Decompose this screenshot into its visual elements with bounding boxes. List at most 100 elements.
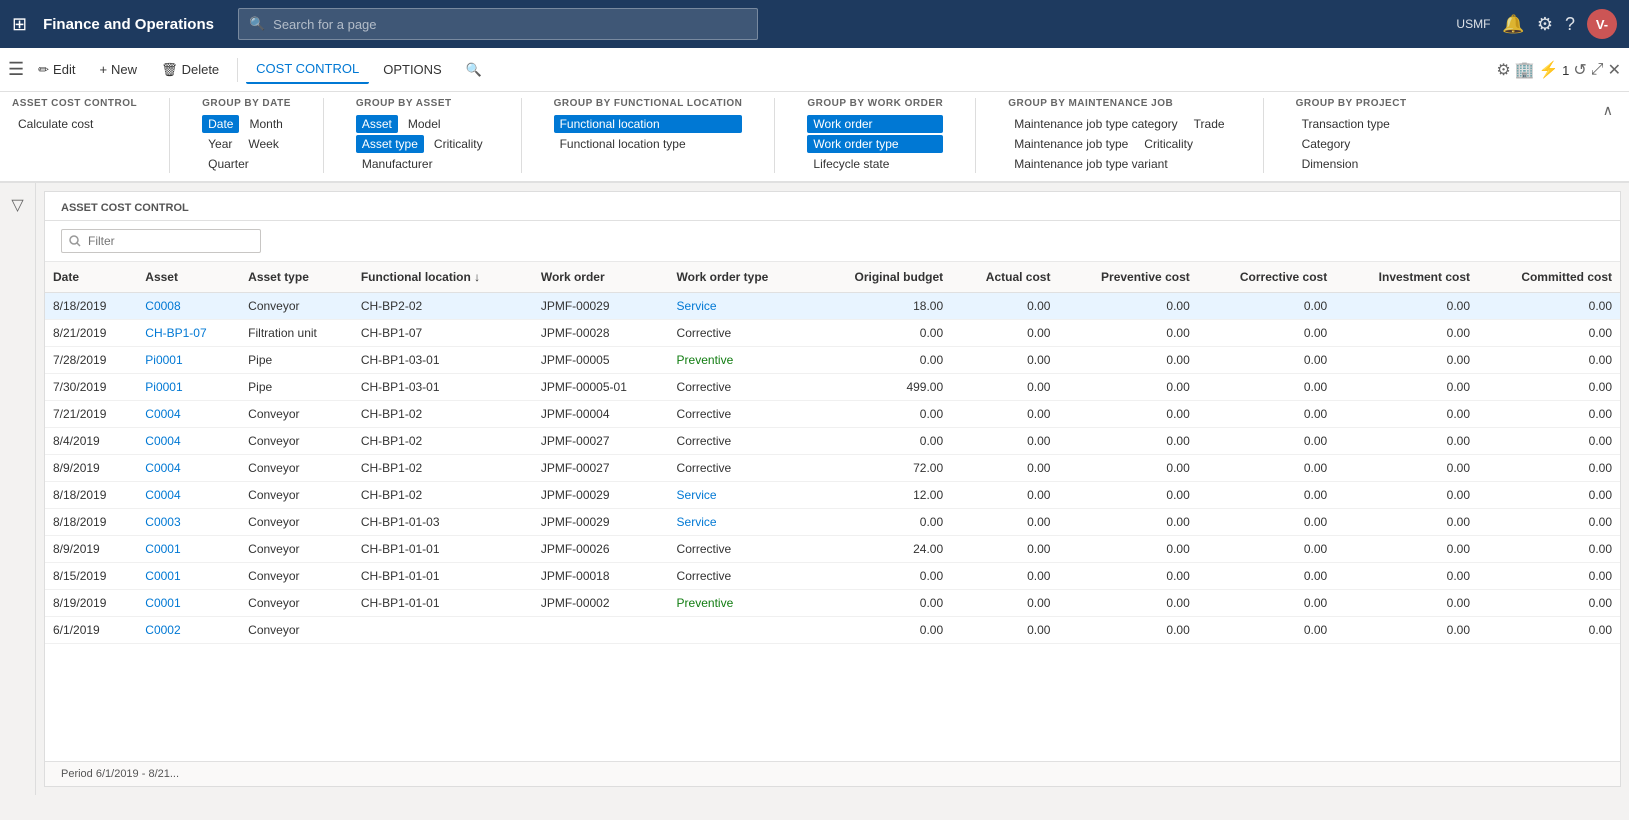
manufacturer-item[interactable]: Manufacturer [356,155,489,173]
ribbon-collapse-button[interactable]: ∧ [1599,98,1617,123]
model-item[interactable]: Model [402,115,447,133]
settings2-icon[interactable]: ⚙ [1496,60,1510,80]
functional-location-item[interactable]: Functional location [554,115,743,133]
month-item[interactable]: Month [243,115,288,133]
cell-functional-location: CH-BP1-02 [353,428,533,455]
cell-asset-type: Conveyor [240,482,353,509]
search-bar[interactable]: 🔍 [238,8,758,40]
mj-category-item[interactable]: Maintenance job type category [1008,115,1183,133]
table-row[interactable]: 8/4/2019 C0004 Conveyor CH-BP1-02 JPMF-0… [45,428,1620,455]
quarter-item[interactable]: Quarter [202,155,291,173]
cell-corrective-cost: 0.00 [1198,347,1335,374]
cell-preventive-cost: 0.00 [1058,374,1197,401]
delete-button[interactable]: 🗑 Delete [151,56,229,84]
cell-investment-cost: 0.00 [1335,590,1478,617]
search-ribbon-button[interactable]: 🔍 [456,56,492,84]
cell-corrective-cost: 0.00 [1198,401,1335,428]
lightning-icon[interactable]: ⚡ [1539,62,1559,79]
col-asset[interactable]: Asset [137,262,240,293]
mj-criticality-item[interactable]: Criticality [1138,135,1199,153]
table-row[interactable]: 8/9/2019 C0001 Conveyor CH-BP1-01-01 JPM… [45,536,1620,563]
col-corrective-cost[interactable]: Corrective cost [1198,262,1335,293]
col-work-order-type[interactable]: Work order type [669,262,812,293]
maximize-icon[interactable]: ⤢ [1591,61,1604,79]
year-item[interactable]: Year [202,135,238,153]
top-nav-right: USMF 🔔 ⚙ ? V- [1456,9,1617,39]
table-row[interactable]: 7/28/2019 Pi0001 Pipe CH-BP1-03-01 JPMF-… [45,347,1620,374]
filter-sidebar-icon[interactable]: ▽ [11,195,23,215]
cell-original-budget: 0.00 [812,401,951,428]
close-icon[interactable]: ✕ [1608,60,1621,80]
table-row[interactable]: 7/30/2019 Pi0001 Pipe CH-BP1-03-01 JPMF-… [45,374,1620,401]
cell-preventive-cost: 0.00 [1058,320,1197,347]
cell-functional-location: CH-BP1-01-01 [353,590,533,617]
category-item[interactable]: Category [1296,135,1407,153]
search-input[interactable] [273,17,747,32]
work-order-item[interactable]: Work order [807,115,943,133]
settings-icon[interactable]: ⚙ [1537,14,1553,35]
waffle-icon[interactable]: ⊞ [12,14,27,35]
trade-item[interactable]: Trade [1188,115,1231,133]
col-committed-cost[interactable]: Committed cost [1478,262,1620,293]
table-container[interactable]: Date Asset Asset type Functional locatio… [45,262,1620,761]
asset-item[interactable]: Asset [356,115,398,133]
cell-preventive-cost: 0.00 [1058,482,1197,509]
help-icon[interactable]: ? [1565,14,1575,35]
cell-work-order: JPMF-00027 [533,428,669,455]
transaction-type-item[interactable]: Transaction type [1296,115,1407,133]
mj-variant-item[interactable]: Maintenance job type variant [1008,155,1230,173]
cell-functional-location: CH-BP1-01-01 [353,536,533,563]
col-actual-cost[interactable]: Actual cost [951,262,1058,293]
cell-asset: C0002 [137,617,240,644]
cell-original-budget: 0.00 [812,509,951,536]
cell-corrective-cost: 0.00 [1198,293,1335,320]
cell-corrective-cost: 0.00 [1198,320,1335,347]
edit-button[interactable]: ✏ Edit [28,56,85,84]
col-date[interactable]: Date [45,262,137,293]
cell-work-order-type: Service [669,293,812,320]
table-row[interactable]: 8/18/2019 C0003 Conveyor CH-BP1-01-03 JP… [45,509,1620,536]
table-row[interactable]: 7/21/2019 C0004 Conveyor CH-BP1-02 JPMF-… [45,401,1620,428]
col-investment-cost[interactable]: Investment cost [1335,262,1478,293]
table-row[interactable]: 8/18/2019 C0008 Conveyor CH-BP2-02 JPMF-… [45,293,1620,320]
cell-work-order: JPMF-00029 [533,482,669,509]
cell-committed-cost: 0.00 [1478,482,1620,509]
cell-work-order: JPMF-00005 [533,347,669,374]
notification-icon[interactable]: 🔔 [1502,14,1524,35]
calculate-cost-item[interactable]: Calculate cost [12,115,137,133]
table-row[interactable]: 8/9/2019 C0004 Conveyor CH-BP1-02 JPMF-0… [45,455,1620,482]
asset-type-item[interactable]: Asset type [356,135,424,153]
cell-preventive-cost: 0.00 [1058,536,1197,563]
cell-original-budget: 0.00 [812,563,951,590]
cell-corrective-cost: 0.00 [1198,428,1335,455]
options-tab[interactable]: OPTIONS [373,56,452,83]
week-item[interactable]: Week [242,135,284,153]
col-preventive-cost[interactable]: Preventive cost [1058,262,1197,293]
cell-investment-cost: 0.00 [1335,563,1478,590]
refresh-icon[interactable]: ↺ [1573,60,1586,80]
cell-committed-cost: 0.00 [1478,563,1620,590]
mj-type-item[interactable]: Maintenance job type [1008,135,1134,153]
cost-control-tab[interactable]: COST CONTROL [246,55,369,84]
criticality-item[interactable]: Criticality [428,135,489,153]
table-row[interactable]: 8/19/2019 C0001 Conveyor CH-BP1-01-01 JP… [45,590,1620,617]
table-row[interactable]: 8/15/2019 C0001 Conveyor CH-BP1-01-01 JP… [45,563,1620,590]
date-item[interactable]: Date [202,115,239,133]
col-asset-type[interactable]: Asset type [240,262,353,293]
hamburger-icon[interactable]: ☰ [8,59,24,80]
functional-location-type-item[interactable]: Functional location type [554,135,743,153]
filter-input[interactable] [61,229,261,253]
dimension-item[interactable]: Dimension [1296,155,1407,173]
usmf-label: USMF [1456,17,1490,31]
user-avatar[interactable]: V- [1587,9,1617,39]
col-functional-location[interactable]: Functional location ↓ [353,262,533,293]
table-row[interactable]: 6/1/2019 C0002 Conveyor 0.00 0.00 0.00 0… [45,617,1620,644]
col-work-order[interactable]: Work order [533,262,669,293]
office-icon[interactable]: 🏢 [1515,60,1535,80]
col-original-budget[interactable]: Original budget [812,262,951,293]
table-row[interactable]: 8/18/2019 C0004 Conveyor CH-BP1-02 JPMF-… [45,482,1620,509]
table-row[interactable]: 8/21/2019 CH-BP1-07 Filtration unit CH-B… [45,320,1620,347]
work-order-type-item[interactable]: Work order type [807,135,943,153]
new-button[interactable]: + New [89,56,147,83]
lifecycle-state-item[interactable]: Lifecycle state [807,155,943,173]
